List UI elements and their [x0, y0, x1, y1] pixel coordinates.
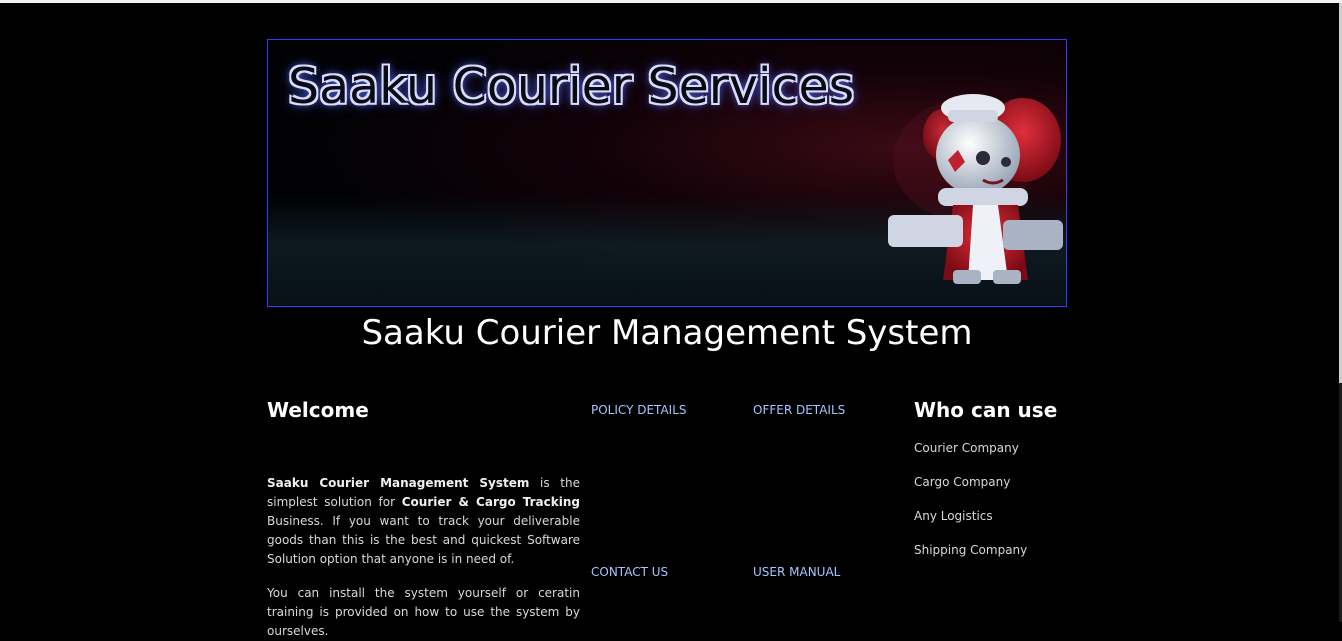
- welcome-section: Welcome Saaku Courier Management System …: [267, 398, 580, 638]
- browser-top-strip: [0, 0, 1342, 3]
- who-item-courier-company: Courier Company: [914, 441, 1019, 455]
- page-title: Saaku Courier Management System: [361, 313, 973, 353]
- user-manual-link[interactable]: USER MANUAL: [753, 565, 840, 579]
- product-name-bold: Saaku Courier Management System: [267, 476, 530, 490]
- tracking-bold: Courier & Cargo Tracking: [401, 495, 580, 509]
- offer-details-link[interactable]: OFFER DETAILS: [753, 403, 845, 417]
- who-item-shipping-company: Shipping Company: [914, 543, 1028, 557]
- welcome-text-2: Business. If you want to track your deli…: [267, 514, 580, 566]
- who-can-use-section: Who can use Courier Company Cargo Compan…: [914, 398, 1074, 557]
- who-item-cargo-company: Cargo Company: [914, 475, 1011, 489]
- header-banner: Saaku Courier Services: [267, 39, 1067, 307]
- who-can-use-heading: Who can use: [914, 398, 1058, 422]
- policy-details-link[interactable]: POLICY DETAILS: [591, 403, 687, 417]
- robot-character-image: [888, 94, 1063, 284]
- welcome-paragraph-2: You can install the system yourself or c…: [267, 586, 580, 638]
- who-item-any-logistics: Any Logistics: [914, 509, 993, 523]
- welcome-heading: Welcome: [267, 398, 369, 422]
- contact-us-link[interactable]: CONTACT US: [591, 565, 668, 579]
- banner-title: Saaku Courier Services: [288, 58, 855, 115]
- welcome-paragraph-1: Saaku Courier Management System is the s…: [267, 474, 580, 569]
